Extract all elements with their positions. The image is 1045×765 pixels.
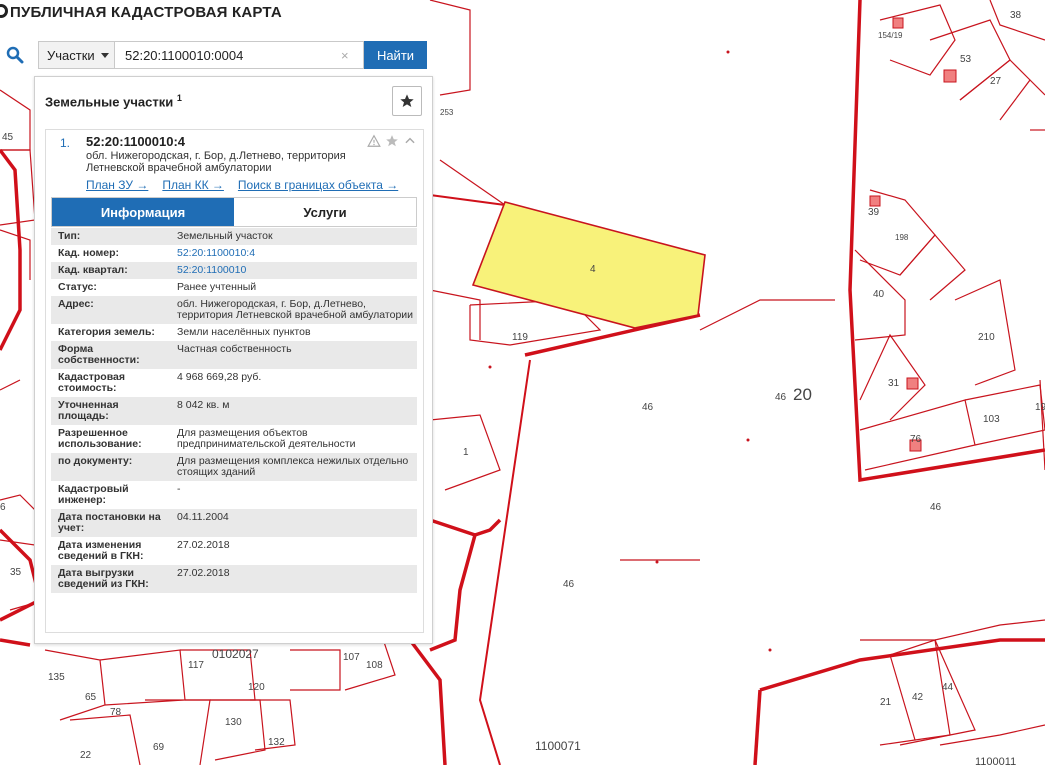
label-selected-parcel: 4: [590, 264, 596, 275]
parcel-plan-link[interactable]: План ЗУ →: [86, 178, 148, 192]
label-103: 103: [983, 414, 1000, 425]
table-row: Кад. номер: 52:20:1100010:4: [58, 247, 256, 259]
favorites-button[interactable]: [392, 86, 422, 116]
tab-services[interactable]: Услуги: [234, 198, 416, 226]
quarter-plan-link[interactable]: План КК →: [162, 178, 224, 192]
find-button[interactable]: Найти: [364, 41, 427, 69]
label-46: 46: [930, 502, 942, 513]
label-46: 46: [563, 579, 575, 590]
label-quarter-0102027: 0102027: [212, 647, 259, 661]
result-address: обл. Нижегородская, г. Бор, д.Летнево, т…: [86, 150, 346, 174]
result-cadastral-number[interactable]: 52:20:1100010:4: [86, 134, 185, 149]
table-row: Разрешенное использование: Для размещения…: [58, 427, 356, 450]
label-210: 210: [978, 332, 995, 343]
label-27: 27: [990, 76, 1002, 87]
label-45: 45: [2, 132, 14, 143]
table-row: Дата выгрузки сведений из ГКН: 27.02.2018: [51, 565, 417, 593]
label-42: 42: [912, 692, 924, 703]
table-row: Адрес: обл. Нижегородская, г. Бор, д.Летн…: [51, 296, 417, 324]
label-1: 1: [463, 447, 469, 458]
search-icon[interactable]: [0, 40, 30, 70]
label-130: 130: [225, 717, 242, 728]
label-46: 46: [775, 392, 787, 403]
result-index: 1.: [60, 136, 71, 150]
label-quarter-1100071: 1100071: [535, 739, 581, 753]
table-row: Категория земель: Земли населённых пункто…: [58, 326, 311, 338]
search-results-panel: Земельные участки 1 1. 52:20:1100010:4 о…: [34, 76, 433, 644]
label-198: 198: [895, 233, 909, 242]
table-row: Дата изменения сведений в ГКН: 27.02.2018: [58, 539, 230, 562]
cadastral-number-input[interactable]: [114, 41, 364, 69]
table-row: Уточненная площадь: 8 042 кв. м: [51, 397, 417, 425]
app-title: ПУБЛИЧНАЯ КАДАСТРОВАЯ КАРТА: [10, 3, 282, 21]
table-row: Кадастровый инженер: -: [58, 483, 181, 506]
label-46: 46: [642, 402, 654, 413]
label-20: 20: [793, 385, 812, 404]
label-quarter-1100011: 1100011: [975, 756, 1016, 765]
result-card: 1. 52:20:1100010:4 обл. Нижегородская, г…: [45, 129, 424, 633]
table-row: Форма собственности: Частная собственност…: [51, 341, 417, 369]
star-icon[interactable]: [385, 134, 399, 148]
label-154-19: 154/19: [878, 31, 903, 40]
label-35: 35: [10, 567, 22, 578]
label-117: 117: [188, 660, 204, 671]
label-53: 53: [960, 54, 972, 65]
info-table: Тип: Земельный участок Кад. номер: 52:20:1…: [51, 228, 417, 593]
table-row: Кадастровая стоимость: 4 968 669,28 руб.: [58, 371, 262, 394]
search-within-object-link[interactable]: Поиск в границах объекта →: [238, 178, 398, 192]
table-row: по документу: Для размещения комплекса не…: [51, 453, 417, 481]
selected-parcel[interactable]: [471, 201, 706, 329]
label-107: 107: [343, 652, 360, 663]
chevron-down-icon: [100, 52, 109, 58]
chevron-up-icon[interactable]: [403, 134, 417, 148]
label-69: 69: [153, 742, 165, 753]
label-39: 39: [868, 207, 880, 218]
warning-icon[interactable]: [367, 134, 381, 148]
label-21: 21: [880, 697, 892, 708]
object-type-select[interactable]: Участки: [38, 41, 114, 69]
label-65: 65: [85, 692, 97, 703]
table-row: Дата постановки на учет: 04.11.2004: [51, 509, 417, 537]
label-78: 78: [110, 707, 122, 718]
label-31: 31: [888, 378, 900, 389]
map-logo-icon: [0, 4, 8, 18]
label-76: 76: [910, 434, 922, 445]
label-19: 19: [1035, 402, 1045, 413]
label-40: 40: [873, 289, 885, 300]
tab-information[interactable]: Информация: [52, 198, 234, 226]
label-119: 119: [512, 332, 528, 343]
label-253: 253: [440, 108, 454, 117]
label-22: 22: [80, 750, 92, 761]
card-tabs: Информация Услуги: [51, 197, 417, 227]
label-132: 132: [268, 737, 285, 748]
label-108: 108: [366, 660, 383, 671]
panel-title: Земельные участки 1: [45, 92, 182, 110]
table-row: Статус: Ранее учтенный: [58, 281, 257, 293]
label-38: 38: [1010, 10, 1022, 21]
top-bar: ПУБЛИЧНАЯ КАДАСТРОВАЯ КАРТА: [0, 0, 282, 24]
object-type-label: Участки: [47, 47, 95, 63]
label-44: 44: [942, 682, 954, 693]
search-bar: Участки × Найти: [0, 40, 430, 70]
label-6: 6: [0, 502, 6, 513]
label-135: 135: [48, 672, 65, 683]
star-icon: [400, 94, 414, 107]
label-120: 120: [248, 682, 265, 693]
clear-icon[interactable]: ×: [341, 48, 349, 63]
table-row: Тип: Земельный участок: [51, 228, 417, 245]
table-row: Кад. квартал: 52:20:1100010: [51, 262, 417, 279]
